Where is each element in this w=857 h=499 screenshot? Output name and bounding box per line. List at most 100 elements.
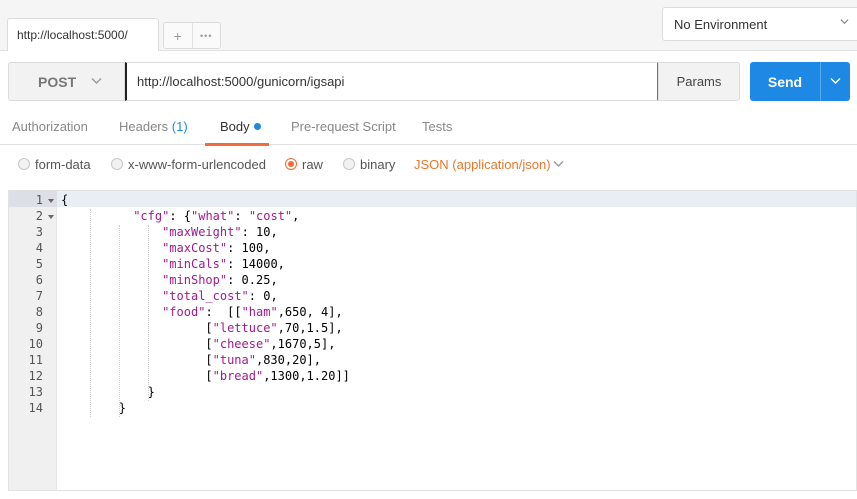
indent-guide [118, 225, 120, 417]
line-number: 10 [28, 337, 43, 351]
chevron-down-icon [830, 78, 841, 84]
radio-urlencoded[interactable]: x-www-form-urlencoded [111, 157, 266, 172]
params-button[interactable]: Params [658, 62, 740, 101]
radio-binary-icon [343, 158, 355, 170]
json-string-token: "ham" [241, 305, 278, 319]
line-number: 3 [35, 225, 43, 239]
code-line: "food": [["ham",650, 4], [162, 305, 343, 319]
line-number: 9 [35, 321, 43, 335]
indent-guide [89, 209, 91, 417]
json-string-token: "maxCost" [162, 241, 228, 255]
json-punctuation-token: ,830,20], [255, 353, 322, 367]
json-punctuation-token: ,650, 4], [277, 305, 343, 319]
tab-body[interactable]: Body [220, 119, 261, 134]
json-string-token: "bread" [212, 369, 264, 383]
radio-binary[interactable]: binary [343, 156, 396, 172]
json-punctuation-token: } [118, 401, 126, 415]
json-string-token: "minCals" [162, 257, 228, 271]
url-input[interactable] [125, 62, 659, 101]
body-modified-dot-icon [253, 123, 261, 130]
line-number: 7 [35, 289, 43, 303]
radio-raw[interactable]: raw [285, 156, 323, 172]
radio-binary-label: binary [360, 156, 396, 172]
json-punctuation-token: } [147, 385, 155, 399]
json-string-token: "maxWeight" [162, 225, 242, 239]
json-string-token: "total_cost" [162, 289, 249, 303]
radio-form-data-icon [18, 158, 30, 170]
json-string-token: "cfg" [133, 209, 170, 223]
headers-count-badge: (1) [171, 119, 188, 134]
code-line: } [148, 385, 155, 399]
radio-raw-selected-icon [285, 158, 297, 170]
tab-body-label: Body [220, 119, 250, 134]
request-subtabs: Authorization Headers (1) Body Pre-reque… [0, 110, 857, 146]
request-tab[interactable]: http://localhost:5000/ [7, 18, 159, 51]
json-punctuation-token: , [292, 209, 300, 223]
active-tab-indicator [205, 143, 269, 146]
fold-arrow-icon[interactable] [47, 198, 55, 204]
json-punctuation-token: [ [205, 353, 213, 367]
json-punctuation-token: [ [205, 369, 213, 383]
json-punctuation-token: : 0, [248, 289, 278, 303]
tab-authorization-label: Authorization [12, 119, 88, 134]
json-string-token: "cheese" [212, 337, 271, 351]
send-label: Send [767, 73, 803, 90]
json-string-token: "lettuce" [212, 321, 278, 335]
json-string-token: "minShop" [162, 273, 228, 287]
json-string-token: "tuna" [212, 353, 256, 367]
line-number: 12 [28, 369, 43, 383]
tab-prerequest-script[interactable]: Pre-request Script [291, 119, 396, 134]
line-number: 11 [28, 353, 43, 367]
tab-tests[interactable]: Tests [422, 119, 452, 134]
code-line: "cfg": {"what": "cost", [133, 209, 299, 223]
tab-prerequest-label: Pre-request Script [291, 119, 396, 134]
active-line-highlight [9, 191, 856, 207]
chevron-down-icon [91, 78, 102, 84]
json-string-token: "what" [191, 209, 235, 223]
line-number: 5 [35, 257, 43, 271]
code-line: "maxWeight": 10, [162, 225, 278, 239]
json-punctuation-token: : [234, 209, 249, 223]
radio-raw-label: raw [302, 156, 323, 172]
line-number: 1 [35, 193, 43, 207]
request-tab-label: http://localhost:5000/ [17, 28, 128, 42]
tab-headers[interactable]: Headers (1) [119, 119, 188, 134]
code-line: ["tuna",830,20], [205, 353, 321, 367]
radio-urlencoded-icon [111, 158, 123, 170]
more-tabs-icon[interactable]: ••• [191, 23, 221, 48]
json-punctuation-token: : [[ [205, 305, 242, 319]
line-number: 8 [35, 305, 43, 319]
radio-form-data[interactable]: form-data [18, 157, 91, 172]
json-string-token: "cost" [248, 209, 293, 223]
json-punctuation-token: ,1300,1.20]] [263, 369, 350, 383]
body-code-editor[interactable]: 1{2 "cfg": {"what": "cost", 3 "maxWeight": … [8, 190, 857, 491]
fold-arrow-icon[interactable] [47, 214, 55, 220]
tab-authorization[interactable]: Authorization [12, 119, 88, 134]
code-line: } [119, 401, 126, 415]
chevron-down-icon[interactable] [553, 160, 564, 168]
code-line: ["bread",1300,1.20]] [205, 369, 350, 383]
environment-select[interactable]: No Environment [662, 7, 857, 41]
method-select[interactable]: POST [8, 62, 125, 101]
line-number: 14 [28, 401, 43, 415]
line-number: 13 [28, 385, 43, 399]
tab-strip: http://localhost:5000/ + ••• No Environm… [0, 0, 857, 51]
json-punctuation-token: : 0.25, [227, 273, 278, 287]
tab-headers-label: Headers [119, 119, 169, 134]
send-button[interactable]: Send [750, 62, 820, 101]
method-label: POST [38, 73, 77, 90]
json-punctuation-token: [ [205, 321, 213, 335]
code-line: "total_cost": 0, [162, 289, 278, 303]
content-type-select[interactable]: JSON (application/json) [414, 157, 551, 172]
tab-tools: + ••• [163, 22, 221, 49]
new-tab-button[interactable]: + [164, 23, 192, 48]
line-number: 4 [35, 241, 43, 255]
json-punctuation-token: { [61, 193, 69, 207]
json-punctuation-token: ,1670,5], [270, 337, 336, 351]
line-number: 2 [35, 209, 43, 223]
params-label: Params [676, 74, 722, 89]
json-string-token: "food" [162, 305, 206, 319]
chevron-down-icon [840, 19, 849, 25]
send-dropdown-button[interactable] [820, 62, 850, 101]
code-line: ["lettuce",70,1.5], [205, 321, 342, 335]
